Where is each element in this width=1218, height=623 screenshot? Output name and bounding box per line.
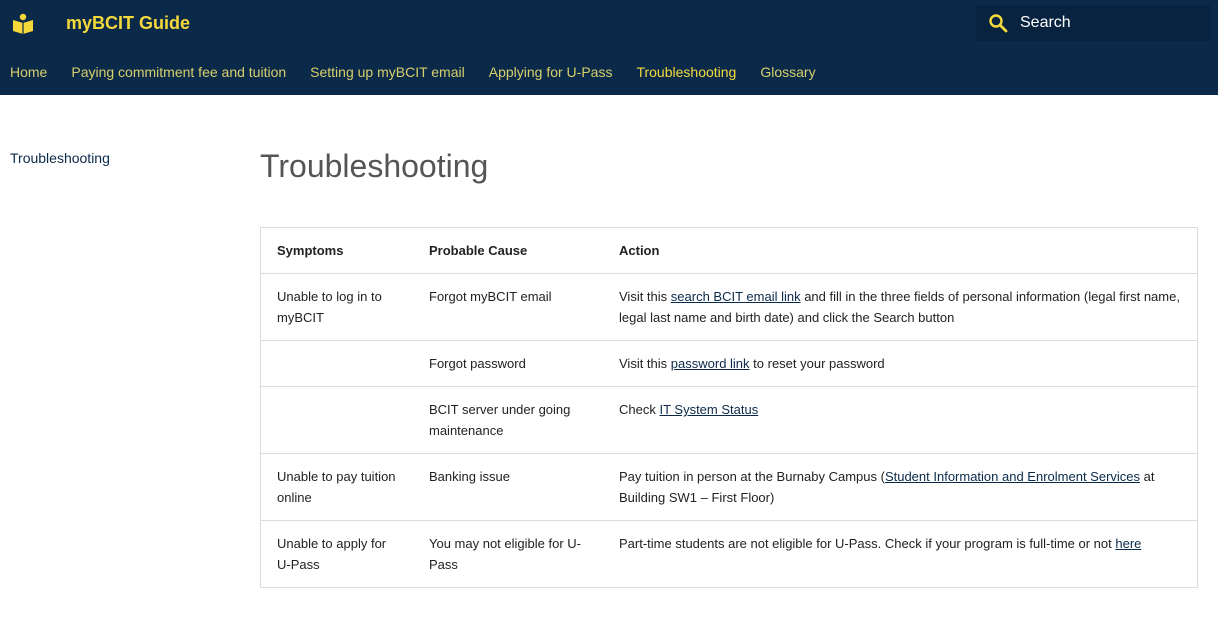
action-text: to reset your password — [749, 356, 885, 371]
action-cell: Visit this password link to reset your p… — [603, 340, 1197, 387]
page-title: Troubleshooting — [260, 148, 489, 184]
site-title[interactable]: myBCIT Guide — [66, 12, 190, 34]
site-header: myBCIT Guide Home Paying commitment fee … — [0, 0, 1218, 95]
tab-troubleshooting[interactable]: Troubleshooting — [636, 62, 736, 84]
book-reader-icon[interactable] — [12, 12, 34, 34]
password-link[interactable]: password link — [671, 356, 750, 371]
table-row: Unable to pay tuition online Banking iss… — [261, 453, 1197, 521]
it-system-status-link[interactable]: IT System Status — [659, 402, 758, 417]
search-box[interactable] — [976, 5, 1210, 41]
action-text: Part-time students are not eligible for … — [619, 536, 1116, 551]
cause-cell: BCIT server under going maintenance — [413, 386, 603, 454]
table-row: Unable to apply for U-Pass You may not e… — [261, 520, 1197, 587]
symptom-cell — [261, 386, 413, 454]
table-row: BCIT server under going maintenance Chec… — [261, 386, 1197, 454]
action-cell: Check IT System Status — [603, 386, 1197, 454]
action-cell: Pay tuition in person at the Burnaby Cam… — [603, 453, 1197, 521]
table-header-row: Symptoms Probable Cause Action — [261, 228, 1197, 274]
header-symptoms: Symptoms — [277, 243, 344, 258]
tab-home[interactable]: Home — [10, 62, 47, 84]
student-info-enrolment-link[interactable]: Student Information and Enrolment Servic… — [885, 469, 1140, 484]
tab-paying-fee-tuition[interactable]: Paying commitment fee and tuition — [71, 62, 286, 84]
action-cell: Visit this search BCIT email link and fi… — [603, 273, 1197, 341]
tab-glossary[interactable]: Glossary — [760, 62, 815, 84]
action-text: Pay tuition in person at the Burnaby Cam… — [619, 469, 885, 484]
cause-cell: Forgot password — [413, 340, 603, 387]
search-input[interactable] — [1020, 5, 1200, 41]
symptom-cell: Unable to apply for U-Pass — [261, 520, 413, 587]
sidebar-item-troubleshooting[interactable]: Troubleshooting — [10, 150, 110, 166]
search-email-link[interactable]: search BCIT email link — [671, 289, 801, 304]
cause-cell: Banking issue — [413, 453, 603, 521]
cause-cell: Forgot myBCIT email — [413, 273, 603, 341]
table-row: Unable to log in to myBCIT Forgot myBCIT… — [261, 273, 1197, 341]
action-text: Visit this — [619, 289, 671, 304]
header-action: Action — [619, 243, 660, 258]
symptom-cell: Unable to log in to myBCIT — [261, 273, 413, 341]
action-cell: Part-time students are not eligible for … — [603, 520, 1197, 587]
action-text: Check — [619, 402, 660, 417]
table-row: Forgot password Visit this password link… — [261, 340, 1197, 387]
symptom-cell — [261, 340, 413, 387]
tab-setting-up-email[interactable]: Setting up myBCIT email — [310, 62, 465, 84]
troubleshooting-table: Symptoms Probable Cause Action Unable to… — [260, 227, 1198, 588]
header-probable-cause: Probable Cause — [429, 243, 528, 258]
symptom-cell: Unable to pay tuition online — [261, 453, 413, 521]
action-text: Visit this — [619, 356, 671, 371]
top-nav: Home Paying commitment fee and tuition S… — [0, 62, 830, 84]
search-icon[interactable] — [988, 13, 1008, 33]
cause-cell: You may not eligible for U-Pass — [413, 520, 603, 587]
tab-applying-upass[interactable]: Applying for U-Pass — [489, 62, 613, 84]
program-here-link[interactable]: here — [1115, 536, 1141, 551]
